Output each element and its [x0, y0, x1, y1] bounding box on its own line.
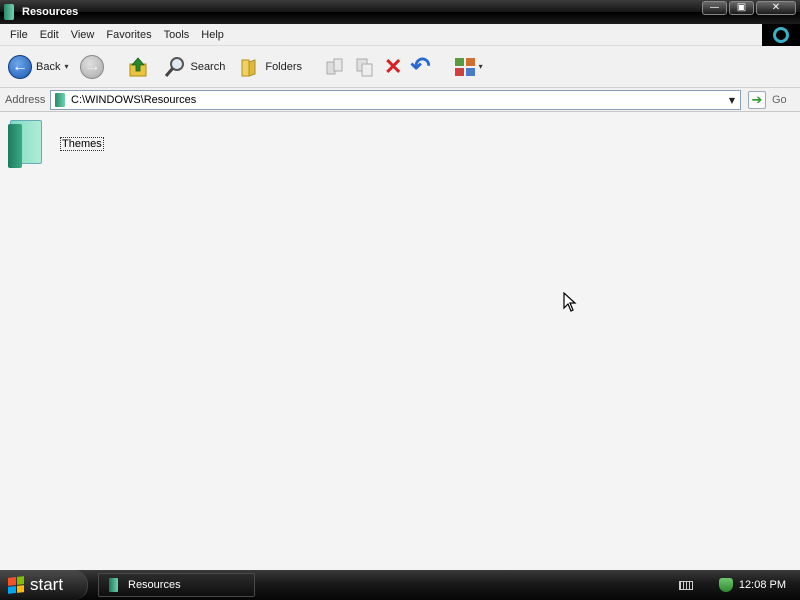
go-arrow-icon: ➔ [748, 91, 766, 109]
folders-icon [241, 58, 256, 77]
windows-flag-icon [8, 576, 24, 594]
menu-bar: File Edit View Favorites Tools Help [0, 24, 800, 46]
delete-button[interactable]: ✕ [380, 49, 406, 85]
keyboard-icon[interactable] [678, 580, 693, 590]
address-bar: Address C:\WINDOWS\Resources ▼ ➔ Go [0, 88, 800, 112]
folders-button[interactable]: Folders [235, 49, 306, 85]
menu-file[interactable]: File [0, 29, 34, 41]
forward-button[interactable]: → [76, 49, 108, 85]
clock[interactable]: 12:08 PM [739, 579, 786, 591]
copy-to-icon [356, 58, 373, 76]
taskbar-window-button[interactable]: Resources [98, 573, 255, 597]
menu-tools[interactable]: Tools [158, 29, 196, 41]
window-title: Resources [22, 6, 79, 18]
folder-name[interactable]: Themes [60, 137, 104, 151]
folder-icon [109, 578, 118, 592]
back-button[interactable]: ← Back ▾ [0, 49, 72, 85]
move-to-button[interactable] [320, 49, 350, 85]
menu-help[interactable]: Help [195, 29, 230, 41]
delete-icon: ✕ [384, 53, 403, 79]
move-to-icon [326, 58, 343, 74]
forward-arrow-icon: → [80, 54, 105, 79]
window-controls: — ▣ ✕ [702, 1, 796, 15]
toolbar: ← Back ▾ → Search Folders ✕ ↶ ▾ [0, 46, 800, 88]
go-label: Go [772, 94, 787, 106]
folder-icon [6, 120, 46, 168]
back-arrow-icon: ← [8, 54, 32, 79]
title-bar: Resources — ▣ ✕ [0, 0, 800, 24]
search-label: Search [190, 60, 226, 73]
menu-view[interactable]: View [65, 29, 101, 41]
windows-logo [762, 24, 800, 46]
up-folder-icon [129, 56, 147, 76]
undo-icon: ↶ [410, 53, 431, 80]
menu-favorites[interactable]: Favorites [100, 29, 157, 41]
start-button[interactable]: start [0, 570, 88, 600]
copy-to-button[interactable] [350, 49, 380, 85]
views-icon [454, 57, 475, 76]
folder-icon [55, 93, 65, 107]
undo-button[interactable]: ↶ [406, 49, 434, 85]
up-folder-button[interactable] [122, 49, 154, 85]
taskbar: start Resources 12:08 PM [0, 570, 800, 600]
system-tray: 12:08 PM [678, 570, 800, 600]
file-list[interactable]: Themes [0, 112, 800, 570]
menu-edit[interactable]: Edit [34, 29, 65, 41]
minimize-button[interactable]: — [702, 1, 727, 15]
back-dropdown-icon[interactable]: ▾ [64, 62, 68, 71]
address-label: Address [5, 93, 46, 106]
views-button[interactable]: ▾ [449, 49, 487, 85]
address-field[interactable]: C:\WINDOWS\Resources ▼ [50, 90, 741, 110]
go-button[interactable]: ➔ Go [748, 91, 787, 109]
back-label: Back [36, 60, 61, 73]
search-button[interactable]: Search [160, 49, 229, 85]
search-icon [165, 56, 185, 77]
maximize-button[interactable]: ▣ [729, 1, 754, 15]
close-button[interactable]: ✕ [756, 1, 796, 15]
views-dropdown-icon[interactable]: ▾ [479, 62, 483, 71]
list-item[interactable]: Themes [6, 120, 104, 168]
security-shield-icon[interactable] [718, 578, 733, 592]
address-value[interactable]: C:\WINDOWS\Resources [71, 94, 724, 106]
taskbar-window-label: Resources [128, 579, 181, 591]
start-label: start [30, 575, 64, 594]
address-dropdown-icon[interactable]: ▼ [724, 91, 740, 109]
mouse-cursor-icon [563, 292, 577, 312]
folder-icon [4, 4, 14, 20]
folders-label: Folders [265, 60, 303, 73]
